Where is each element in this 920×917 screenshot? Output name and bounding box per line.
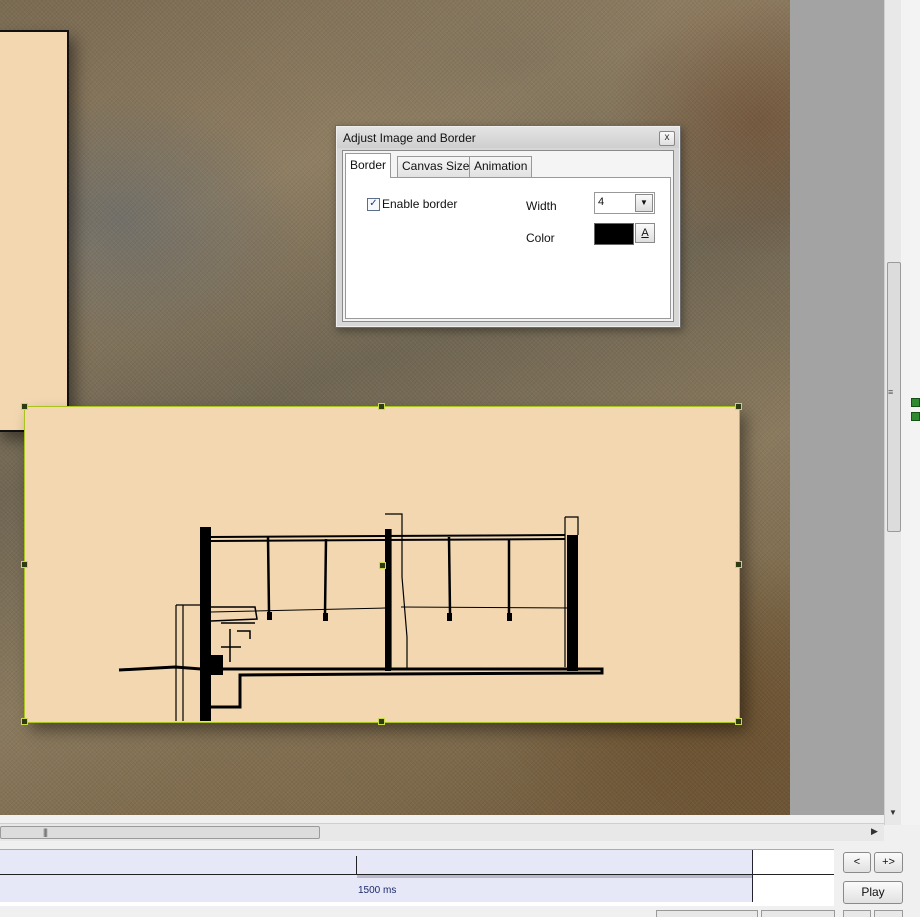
resize-handle-center[interactable] <box>379 562 386 569</box>
resize-handle-sw[interactable] <box>21 718 28 725</box>
next-button[interactable]: +> <box>874 852 903 873</box>
color-label: Color <box>526 231 555 245</box>
right-panel <box>901 0 920 825</box>
slide-image-left[interactable] <box>0 30 69 432</box>
resize-handle-se[interactable] <box>735 718 742 725</box>
vertical-scroll-thumb[interactable] <box>887 262 901 532</box>
dropdown-arrow-icon[interactable]: ▼ <box>635 194 653 212</box>
border-width-value: 4 <box>598 196 605 208</box>
dialog-title: Adjust Image and Border <box>343 131 476 145</box>
tab-border[interactable]: Border <box>345 153 392 178</box>
border-color-swatch[interactable] <box>594 223 634 245</box>
canvas-margin <box>790 0 884 815</box>
scroll-down-arrow-icon[interactable]: ▼ <box>889 808 897 817</box>
border-width-select[interactable]: 4 ▼ <box>594 192 655 214</box>
resize-handle-s[interactable] <box>378 718 385 725</box>
thumbnail-icon[interactable] <box>911 398 920 407</box>
timeline-marker[interactable] <box>356 856 357 874</box>
tab-animation[interactable]: Animation <box>469 156 533 177</box>
adjust-image-border-dialog: Adjust Image and Border x Border Canvas … <box>335 125 681 328</box>
horizontal-scroll-thumb[interactable]: ||| <box>0 826 320 839</box>
resize-handle-nw[interactable] <box>21 403 28 410</box>
horizontal-scrollbar[interactable]: ||| ▶ <box>0 823 884 841</box>
close-icon[interactable]: x <box>659 131 675 146</box>
timeline-duration-bar[interactable] <box>357 875 752 878</box>
thumbnail-icon[interactable] <box>911 412 920 421</box>
toolbar-button[interactable] <box>874 910 903 917</box>
resize-handle-w[interactable] <box>21 561 28 568</box>
vertical-scrollbar[interactable]: ▼ <box>884 0 902 825</box>
border-tab-panel: ✓ Enable border Width 4 ▼ Color A <box>345 177 671 319</box>
timeline-duration-label: 1500 ms <box>358 885 397 896</box>
scroll-grip-icon: ≡ <box>888 387 894 397</box>
resize-handle-n[interactable] <box>378 403 385 410</box>
play-button[interactable]: Play <box>843 881 903 904</box>
scroll-grip-icon: ||| <box>43 827 48 837</box>
timeline-divider <box>753 874 834 875</box>
toolbar-button[interactable] <box>843 910 871 917</box>
dialog-body: Border Canvas Size Animation ✓ Enable bo… <box>342 150 674 322</box>
enable-border-label[interactable]: Enable border <box>382 197 457 211</box>
checkbox-checked-icon[interactable]: ✓ <box>367 198 380 211</box>
scroll-right-arrow-icon[interactable]: ▶ <box>871 826 878 837</box>
timeline-end-area <box>753 850 833 902</box>
resize-handle-ne[interactable] <box>735 403 742 410</box>
resize-handle-e[interactable] <box>735 561 742 568</box>
toolbar-button[interactable] <box>761 910 835 917</box>
width-label: Width <box>526 199 557 213</box>
previous-button[interactable]: < <box>843 852 871 873</box>
dialog-title-bar[interactable]: Adjust Image and Border x <box>337 127 679 148</box>
toolbar-button[interactable] <box>656 910 758 917</box>
tab-canvas-size[interactable]: Canvas Size <box>397 156 475 177</box>
color-picker-icon[interactable]: A <box>635 223 655 243</box>
timeline[interactable]: 1500 ms <box>0 849 834 906</box>
bottom-toolbar <box>0 906 920 917</box>
